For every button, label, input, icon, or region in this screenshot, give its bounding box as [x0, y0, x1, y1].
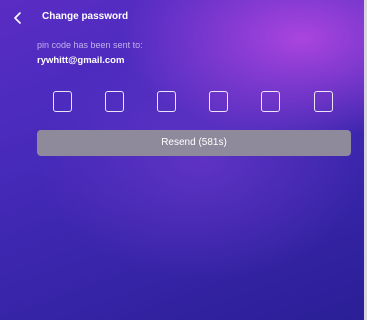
resend-button[interactable]: Resend (581s)	[37, 130, 351, 156]
back-button[interactable]	[9, 9, 27, 27]
pin-digit-input[interactable]	[105, 91, 124, 112]
pin-digit-input[interactable]	[53, 91, 72, 112]
header: Change password	[0, 8, 364, 28]
pin-digit-input[interactable]	[314, 91, 333, 112]
email-address: rywhitt@gmail.com	[37, 55, 125, 66]
pin-sent-label: pin code has been sent to:	[37, 40, 143, 50]
pin-digit-input[interactable]	[157, 91, 176, 112]
pin-digit-input[interactable]	[261, 91, 280, 112]
page-title: Change password	[42, 11, 129, 22]
pin-digit-input[interactable]	[209, 91, 228, 112]
pin-code-inputs	[0, 91, 364, 114]
chevron-left-icon	[9, 9, 27, 27]
